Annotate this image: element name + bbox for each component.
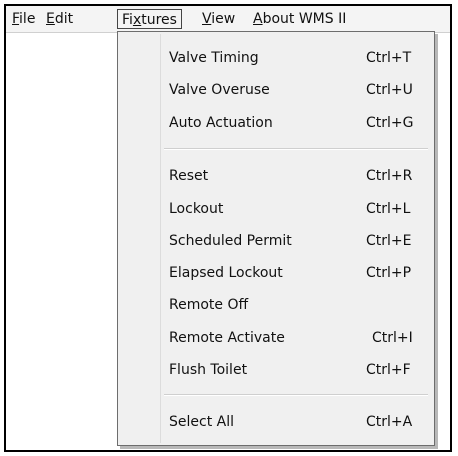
menu-item-label: Auto Actuation	[169, 115, 273, 131]
menu-fixtures-text: Fi	[122, 12, 133, 28]
menu-view-accesskey: V	[202, 11, 212, 27]
menu-about-accesskey: A	[253, 11, 263, 27]
menu-item-label: Reset	[169, 168, 209, 184]
menu-fixtures-accesskey: x	[132, 12, 142, 28]
menu-item-label: Remote Activate	[169, 330, 285, 346]
menu-item-label: Select All	[169, 414, 234, 430]
menu-item-shortcut: Ctrl+E	[366, 233, 412, 249]
menu-item-label: Elapsed Lockout	[169, 265, 283, 281]
menu-item-shortcut: Ctrl+R	[366, 168, 413, 184]
menu-item-valve-overuse[interactable]: Valve Overuse Ctrl+U	[118, 74, 434, 106]
menu-file[interactable]: File	[8, 9, 39, 29]
menu-item-label: Flush Toilet	[169, 362, 248, 378]
menu-item-remote-activate[interactable]: Remote Activate Ctrl+I	[118, 322, 434, 354]
menu-file-text: ile	[19, 11, 36, 27]
menu-item-auto-actuation[interactable]: Auto Actuation Ctrl+G	[118, 107, 434, 139]
menu-fixtures-text: tures	[141, 12, 177, 28]
menu-item-label: Scheduled Permit	[169, 233, 292, 249]
menu-item-shortcut: Ctrl+T	[366, 50, 412, 66]
menu-item-label: Valve Timing	[169, 50, 259, 66]
menu-item-label: Remote Off	[169, 297, 249, 313]
menu-view[interactable]: View	[198, 9, 239, 29]
menu-fixtures[interactable]: Fixtures	[117, 9, 182, 29]
menu-file-accesskey: F	[12, 11, 20, 27]
menu-edit-accesskey: E	[46, 11, 55, 27]
menu-about[interactable]: About WMS II	[249, 9, 350, 29]
menu-separator	[164, 148, 428, 150]
menu-item-reset[interactable]: Reset Ctrl+R	[118, 160, 434, 192]
app-window: File Edit Fixtures View About WMS II Val…	[4, 4, 452, 452]
menu-item-shortcut: Ctrl+F	[366, 362, 411, 378]
menu-item-shortcut: Ctrl+P	[366, 265, 412, 281]
menu-item-flush-toilet[interactable]: Flush Toilet Ctrl+F	[118, 354, 434, 386]
menu-item-shortcut: Ctrl+G	[366, 115, 414, 131]
fixtures-dropdown-menu: Valve Timing Ctrl+T Valve Overuse Ctrl+U…	[117, 31, 435, 446]
menu-item-label: Lockout	[169, 201, 224, 217]
menu-item-remote-off[interactable]: Remote Off	[118, 289, 434, 321]
menu-item-elapsed-lockout[interactable]: Elapsed Lockout Ctrl+P	[118, 257, 434, 289]
menu-item-shortcut: Ctrl+L	[366, 201, 411, 217]
menu-item-select-all[interactable]: Select All Ctrl+A	[118, 406, 434, 438]
menu-separator	[164, 394, 428, 396]
menu-item-shortcut: Ctrl+I	[372, 330, 413, 346]
menu-item-scheduled-permit[interactable]: Scheduled Permit Ctrl+E	[118, 225, 434, 257]
menu-view-text: iew	[211, 11, 236, 27]
menu-item-shortcut: Ctrl+A	[366, 414, 413, 430]
menu-about-text: bout WMS II	[262, 11, 347, 27]
menu-item-label: Valve Overuse	[169, 82, 270, 98]
menu-item-lockout[interactable]: Lockout Ctrl+L	[118, 193, 434, 225]
menu-bar: File Edit Fixtures View About WMS II	[6, 6, 450, 33]
menu-edit[interactable]: Edit	[42, 9, 77, 29]
menu-edit-text: dit	[54, 11, 74, 27]
menu-item-valve-timing[interactable]: Valve Timing Ctrl+T	[118, 42, 434, 74]
menu-item-shortcut: Ctrl+U	[366, 82, 413, 98]
